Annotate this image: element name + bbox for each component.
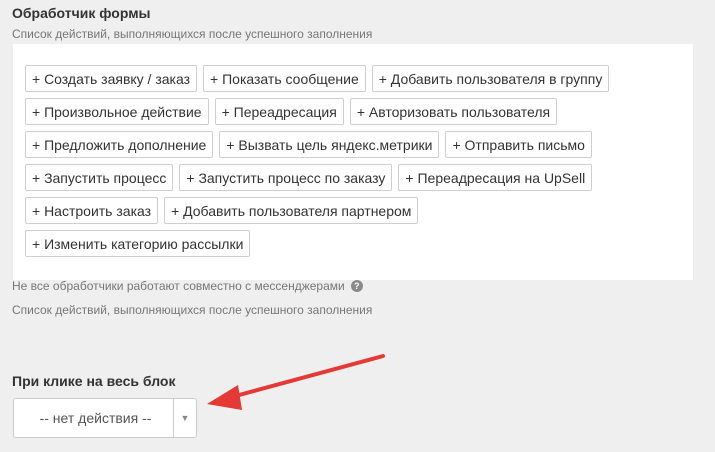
caret-down-icon[interactable]: ▼ (173, 399, 196, 437)
configure-order-button[interactable]: + Настроить заказ (25, 197, 159, 224)
select-value: -- нет действия -- (39, 410, 152, 426)
redirect-button[interactable]: + Переадресация (214, 98, 344, 125)
add-user-to-group-button[interactable]: + Добавить пользователя в группу (371, 65, 610, 92)
custom-action-button[interactable]: + Произвольное действие (25, 98, 209, 125)
create-order-button[interactable]: + Создать заявку / заказ (25, 65, 198, 92)
form-handler-hint-repeat: Список действий, выполняющихся после усп… (12, 303, 373, 317)
actions-row-5: + Настроить заказ + Добавить пользовател… (25, 197, 693, 224)
send-email-button[interactable]: + Отправить письмо (445, 131, 592, 158)
yandex-metrika-goal-button[interactable]: + Вызвать цель яндекс.метрики (219, 131, 440, 158)
actions-row-2: + Произвольное действие + Переадресация … (25, 98, 693, 125)
messenger-note-text: Не все обработчики работают совместно с … (12, 279, 345, 293)
show-message-button[interactable]: + Показать сообщение (203, 65, 366, 92)
block-click-action-select[interactable]: -- нет действия -- ▼ (13, 398, 197, 438)
block-click-title: При клике на весь блок (12, 373, 176, 389)
actions-row-6: + Изменить категорию рассылки (25, 230, 693, 257)
redirect-upsell-button[interactable]: + Переадресация на UpSell (398, 164, 593, 191)
actions-row-1: + Создать заявку / заказ + Показать сооб… (25, 65, 693, 92)
actions-row-3: + Предложить дополнение + Вызвать цель я… (25, 131, 693, 158)
question-circle-icon[interactable]: ? (350, 280, 363, 292)
annotation-arrow-head (207, 385, 242, 410)
start-order-process-button[interactable]: + Запустить процесс по заказу (179, 164, 393, 191)
authorize-user-button[interactable]: + Авторизовать пользователя (349, 98, 558, 125)
actions-panel: + Создать заявку / заказ + Показать сооб… (13, 44, 693, 280)
messenger-note: Не все обработчики работают совместно с … (12, 279, 363, 293)
actions-row-4: + Запустить процесс + Запустить процесс … (25, 164, 693, 191)
form-handler-title: Обработчик формы (12, 5, 151, 21)
add-partner-user-button[interactable]: + Добавить пользователя партнером (164, 197, 419, 224)
offer-addon-button[interactable]: + Предложить дополнение (25, 131, 214, 158)
annotation-arrow-shaft (226, 354, 385, 400)
form-handler-hint: Список действий, выполняющихся после усп… (12, 27, 373, 41)
start-process-button[interactable]: + Запустить процесс (25, 164, 174, 191)
change-mailing-category-button[interactable]: + Изменить категорию рассылки (25, 230, 251, 257)
